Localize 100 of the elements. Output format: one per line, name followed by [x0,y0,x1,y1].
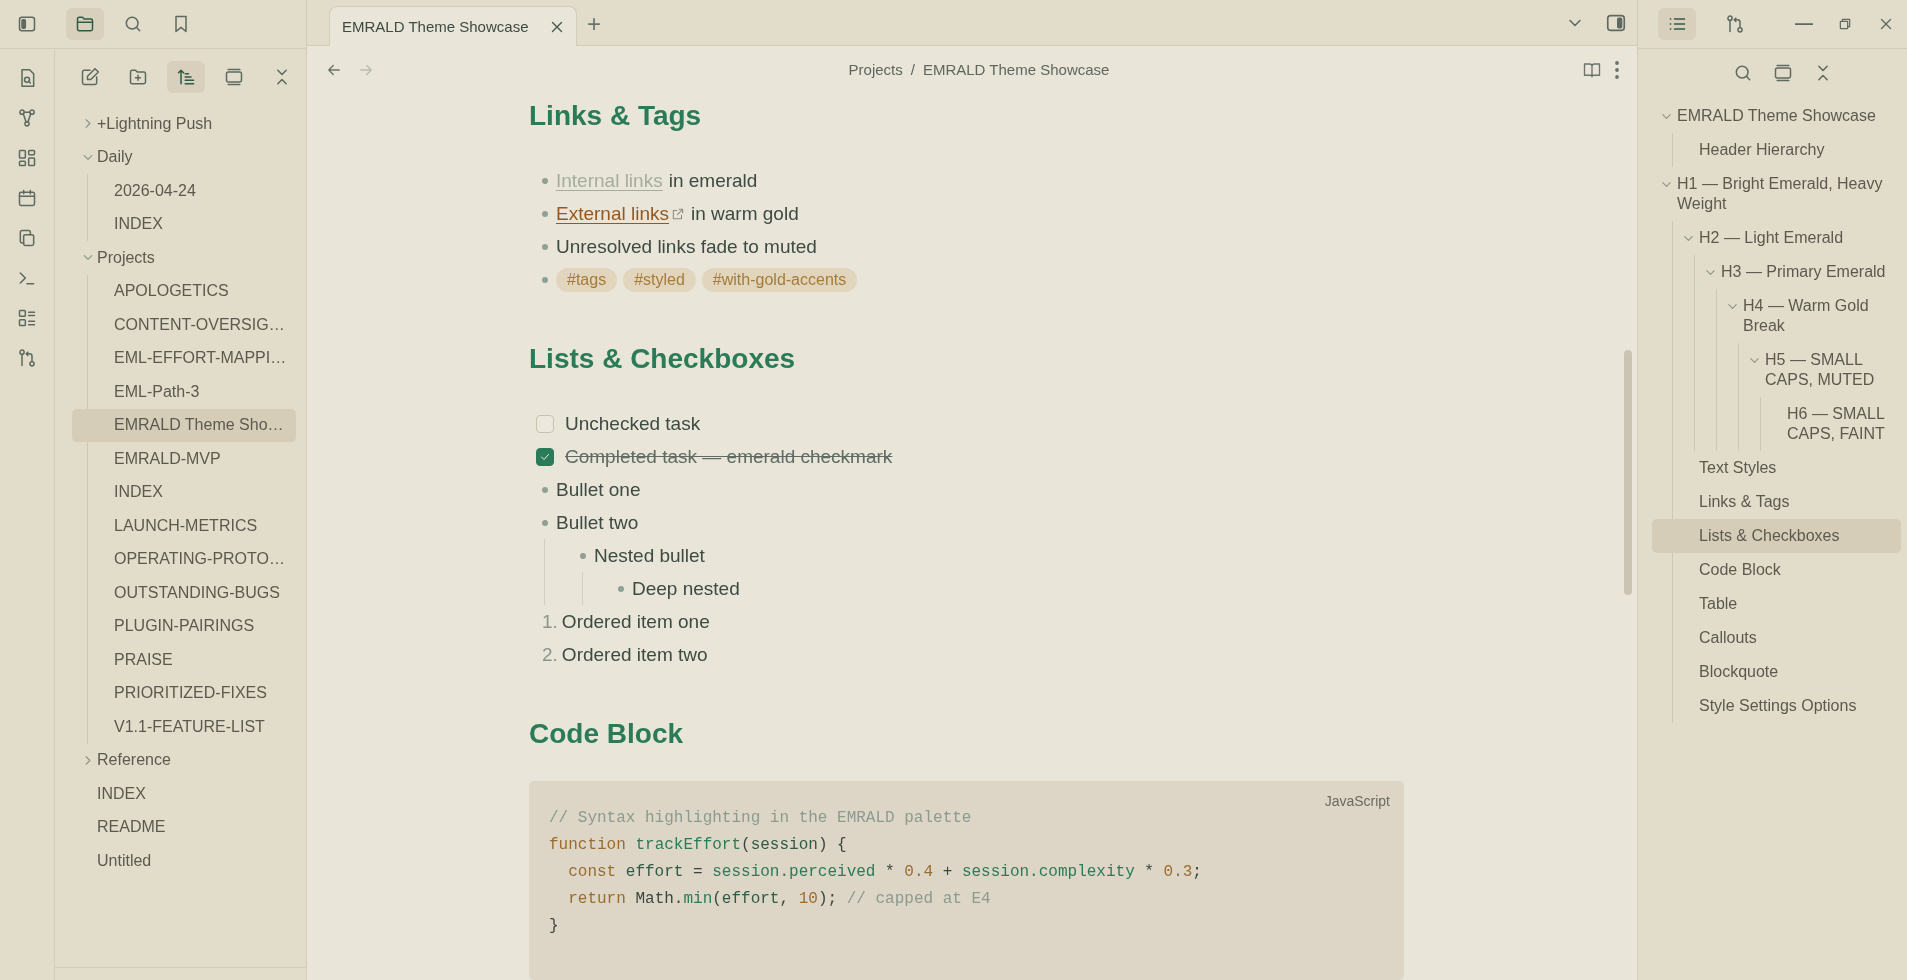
file-item[interactable]: CONTENT-OVERSIG… [72,308,296,342]
outline-item[interactable]: Code Block [1652,553,1901,587]
file-item[interactable]: OPERATING-PROTO… [72,542,296,576]
code-line: const effort = session.perceived * 0.4 + session.complexity * 0.3; [567,862,1203,883]
layout-button[interactable] [1772,63,1793,83]
checkbox[interactable] [536,447,554,466]
reading-view-button[interactable] [1583,60,1601,79]
layout-icon [1772,63,1793,83]
list-text: Ordered item two [561,643,708,666]
outline-item[interactable]: EMRALD Theme Showcase [1651,99,1901,133]
section-heading: Links & Tags [529,99,703,133]
file-item[interactable]: README [71,810,296,844]
list-text: Bullet one [556,478,641,501]
new-tab-button[interactable]: + [587,11,601,36]
code-line: function trackEffort(session) { [549,835,848,856]
outline-item[interactable]: Style Settings Options [1652,689,1901,723]
list-text: Unresolved links fade to muted [556,235,817,258]
external-link[interactable]: External links [556,202,669,225]
outline-item[interactable]: Table [1652,587,1901,621]
folder-icon [75,14,95,34]
folder-item[interactable]: Daily [71,140,296,174]
outline-item[interactable]: Links & Tags [1652,485,1901,519]
bullet-icon [542,276,548,283]
file-item[interactable]: PRAISE [72,643,296,677]
outline-item[interactable]: H1 — Bright Emerald, Heavy Weight [1651,167,1901,221]
folder-item[interactable]: Projects [71,241,296,275]
more-icon [1615,60,1619,79]
bullet-icon [580,552,586,559]
bullet-icon [618,585,624,592]
more-options-button[interactable] [1615,60,1619,79]
tag[interactable]: #styled [623,267,696,292]
restore-button[interactable] [1837,16,1853,32]
list-icon [17,308,37,328]
file-item[interactable]: EML-Path-3 [72,375,296,409]
outline-item[interactable]: Blockquote [1652,655,1901,689]
file-item[interactable]: 2026-04-24 [72,174,296,208]
outline-item[interactable]: H2 — Light Emerald [1652,221,1901,255]
file-item[interactable]: PLUGIN-PAIRINGS [72,609,296,643]
file-item[interactable]: V1.1-FEATURE-LIST [72,710,296,744]
external-link-icon [671,206,685,221]
file-item[interactable]: EMRALD-MVP [72,442,296,476]
outline-item[interactable]: H5 — SMALL CAPS, MUTED [1718,343,1901,397]
file-item[interactable]: EMRALD Theme Sho… [72,408,296,442]
file-item[interactable]: PRIORITIZED-FIXES [72,676,296,710]
file-item[interactable]: INDEX [71,777,296,811]
sort-button[interactable] [166,61,205,93]
outline-item[interactable]: H3 — Primary Emerald [1674,255,1901,289]
task-text: Completed task — emerald checkmark [565,445,893,468]
breadcrumb-separator: / [910,61,915,79]
branch-icon [1725,14,1745,34]
file-item[interactable]: OUTSTANDING-BUGS [72,576,296,610]
outline-item[interactable]: Callouts [1652,621,1901,655]
file-item[interactable]: APOLOGETICS [72,274,296,308]
task-text: Unchecked task [565,412,701,435]
new-folder-icon [127,67,148,87]
outline-tab[interactable] [1658,8,1696,40]
bullet-icon [542,177,548,184]
outline-item[interactable]: Header Hierarchy [1652,133,1901,167]
book-icon [1583,60,1601,79]
checkbox[interactable] [536,414,554,433]
sort-icon [175,67,196,87]
search-icon [123,14,143,34]
list-text: Deep nested [632,577,740,600]
code-line: } [549,916,560,937]
folder-item[interactable]: Reference [71,743,296,777]
graph-icon [17,108,37,128]
scrollbar-thumb[interactable] [1624,350,1632,595]
outline-item[interactable]: H4 — Warm Gold Break [1696,289,1901,343]
file-item[interactable]: LAUNCH-METRICS [72,509,296,543]
grid-icon [17,148,37,168]
bullet-icon [542,486,548,493]
code-line: return Math.min(effort, 10); // capped at E4 [567,889,992,910]
file-item[interactable]: INDEX [72,207,296,241]
tag[interactable]: #with-gold-accents [701,267,858,292]
file-item[interactable]: Untitled [71,844,296,878]
section-heading: Lists & Checkboxes [529,342,797,376]
list-text: in emerald [668,169,758,192]
file-item[interactable]: EML-EFFORT-MAPPI… [72,341,296,375]
list-text: Nested bullet [594,544,705,567]
new-note-icon [79,67,100,87]
tag[interactable]: #tags [556,267,618,292]
branch-icon [17,348,37,368]
list-text: Bullet two [556,511,639,534]
sidebar-icon [17,14,37,34]
files-tab[interactable] [66,8,104,40]
editor-tab[interactable]: EMRALD Theme Showcase [329,6,577,47]
outline-item[interactable]: Text Styles [1652,451,1901,485]
breadcrumb[interactable]: EMRALD Theme Showcase [922,61,1110,79]
outline-item[interactable]: Lists & Checkboxes [1652,519,1901,553]
minimize-button[interactable] [1795,22,1813,26]
list-number: 2. [542,643,558,666]
bullet-icon [542,210,548,217]
code-language: JavaScript [1324,793,1390,809]
file-item[interactable]: INDEX [72,475,296,509]
folder-item[interactable]: +Lightning Push [71,107,296,141]
breadcrumb[interactable]: Projects [848,61,903,79]
restore-icon [1837,16,1853,32]
code-line: // Syntax highlighting in the EMRALD palette [549,808,973,829]
outline-item[interactable]: H6 — SMALL CAPS, FAINT [1740,397,1901,451]
bullet-icon [542,243,548,250]
